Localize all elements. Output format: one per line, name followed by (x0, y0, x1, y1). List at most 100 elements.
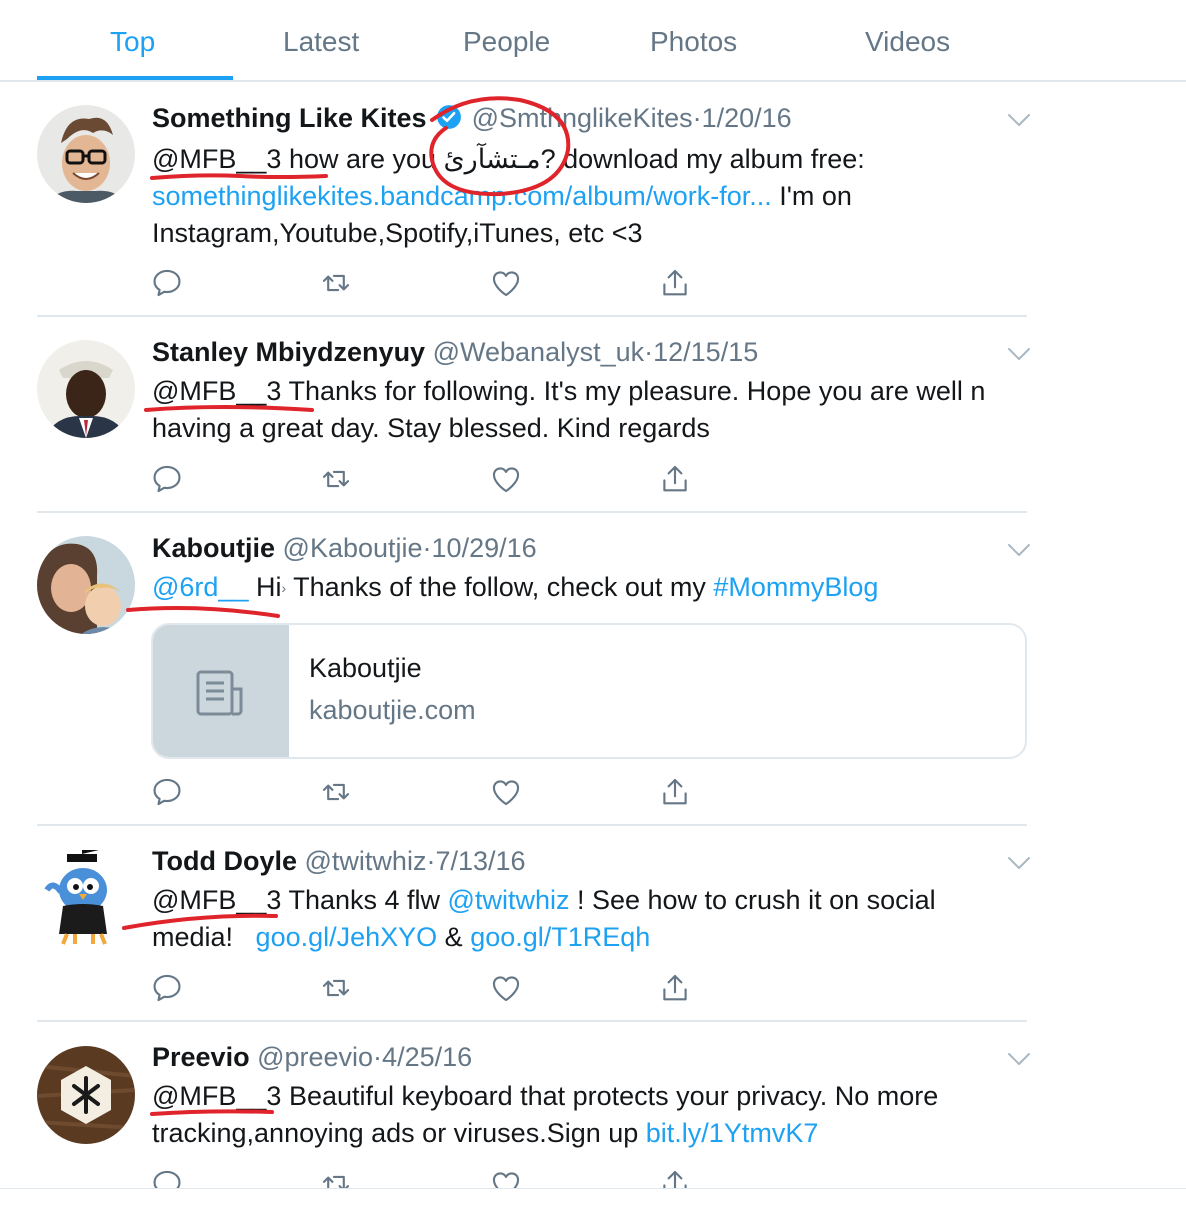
tweet-date[interactable]: 12/15/15 (653, 337, 758, 367)
share-icon[interactable] (658, 462, 692, 496)
chevron-down-icon[interactable] (1006, 853, 1032, 873)
reply-icon[interactable] (150, 775, 184, 809)
mention[interactable]: @MFB__3 (152, 144, 281, 174)
tweet-link[interactable]: goo.gl/T1REqh (470, 922, 650, 952)
share-icon[interactable] (658, 971, 692, 1005)
tweet-actions (150, 266, 710, 300)
avatar[interactable] (37, 105, 135, 203)
tweet-date[interactable]: 7/13/16 (435, 846, 525, 876)
bottom-toolbar-edge (0, 1188, 1186, 1201)
author-name[interactable]: Kaboutjie (152, 533, 275, 563)
like-icon[interactable] (489, 462, 523, 496)
share-icon[interactable] (658, 775, 692, 809)
tweet-text: @MFB__3 Thanks for following. It's my pl… (152, 373, 1012, 447)
tweet-text: @6rd__ Hi› Thanks of the follow, check o… (152, 569, 1012, 607)
author-name[interactable]: Stanley Mbiydzenyuy (152, 337, 425, 367)
text-segment: Instagram,Youtube,Spotify,iTunes, etc <3 (152, 218, 643, 248)
tweet-text: @MFB__3 Beautiful keyboard that protects… (152, 1078, 1012, 1152)
document-icon (195, 669, 247, 722)
tweet-actions (150, 462, 710, 496)
author-handle[interactable]: @Webanalyst_uk (433, 337, 645, 367)
tweet-date[interactable]: 4/25/16 (382, 1042, 472, 1072)
active-tab-indicator (37, 76, 233, 80)
text-segment: Thanks 4 flw (281, 885, 448, 915)
verified-icon (436, 104, 462, 137)
separator-dot: · (422, 533, 432, 563)
author-name[interactable]: Todd Doyle (152, 846, 297, 876)
text-segment: Thanks of the follow, check out my (286, 572, 714, 602)
retweet-icon[interactable] (319, 266, 353, 300)
separator-dot: · (644, 337, 654, 367)
reply-icon[interactable] (150, 266, 184, 300)
tab-videos[interactable]: Videos (865, 26, 950, 58)
card-thumbnail (153, 625, 289, 757)
text-segment: Beautiful keyboard that protects your pr… (281, 1081, 939, 1111)
avatar[interactable] (37, 536, 135, 634)
card-title: Kaboutjie (309, 653, 422, 683)
card-domain: kaboutjie.com (309, 695, 476, 725)
retweet-icon[interactable] (319, 971, 353, 1005)
text-segment: Thanks for following. It's my pleasure. … (281, 376, 986, 406)
author-handle[interactable]: @twitwhiz (305, 846, 427, 876)
reply-icon[interactable] (150, 971, 184, 1005)
tweet-text: @MFB__3 how are you مـتشآرئ? download my… (152, 141, 1012, 252)
chevron-down-icon[interactable] (1006, 540, 1032, 560)
separator-dot: · (373, 1042, 383, 1072)
tweet-header: Todd Doyle @twitwhiz·7/13/16 (152, 845, 526, 877)
avatar[interactable] (37, 1046, 135, 1144)
chevron-down-icon[interactable] (1006, 344, 1032, 364)
hashtag[interactable]: #MommyBlog (713, 572, 878, 602)
separator-dot: · (692, 103, 702, 133)
text-segment: having a great day. Stay blessed. Kind r… (152, 413, 710, 443)
tweet-divider (37, 1020, 1027, 1022)
text-segment: Hi (248, 572, 282, 602)
tweet-actions (150, 775, 710, 809)
tweet-link[interactable]: bit.ly/1YtmvK7 (646, 1118, 819, 1148)
tweet-link[interactable]: goo.gl/JehXYO (256, 922, 438, 952)
like-icon[interactable] (489, 775, 523, 809)
mention[interactable]: @MFB__3 (152, 885, 281, 915)
author-handle[interactable]: @SmthnglikeKites (472, 103, 693, 133)
tab-people[interactable]: People (463, 26, 550, 58)
annotation-underline (126, 606, 280, 618)
text-segment: how are you (281, 144, 444, 174)
tweet-divider (37, 315, 1027, 317)
tweet-actions (150, 971, 710, 1005)
mention[interactable]: @MFB__3 (152, 1081, 281, 1111)
share-icon[interactable] (658, 266, 692, 300)
author-name[interactable]: Preevio (152, 1042, 250, 1072)
retweet-icon[interactable] (319, 462, 353, 496)
reply-icon[interactable] (150, 462, 184, 496)
like-icon[interactable] (489, 971, 523, 1005)
text-segment: media! (152, 922, 256, 952)
tweet-divider (37, 511, 1027, 513)
text-segment: ! See how to crush it on social (569, 885, 936, 915)
avatar[interactable] (37, 340, 135, 438)
arabic-text: مـتشآرئ (443, 144, 541, 174)
author-handle[interactable]: @preevio (257, 1042, 373, 1072)
tab-photos[interactable]: Photos (650, 26, 737, 58)
text-segment: & (437, 922, 471, 952)
author-handle[interactable]: @Kaboutjie (283, 533, 423, 563)
like-icon[interactable] (489, 266, 523, 300)
tab-latest[interactable]: Latest (283, 26, 359, 58)
author-name[interactable]: Something Like Kites (152, 103, 427, 133)
tweet-header: Something Like Kites @SmthnglikeKites·1/… (152, 102, 792, 137)
mention[interactable]: @MFB__3 (152, 376, 281, 406)
tweet-date[interactable]: 1/20/16 (702, 103, 792, 133)
chevron-down-icon[interactable] (1006, 1049, 1032, 1069)
search-tabs: Top Latest People Photos Videos (0, 0, 1186, 82)
text-segment: tracking,annoying ads or viruses.Sign up (152, 1118, 646, 1148)
chevron-down-icon[interactable] (1006, 110, 1032, 130)
mention[interactable]: @6rd__ (152, 572, 248, 602)
tweet-link[interactable]: somethinglikekites.bandcamp.com/album/wo… (152, 181, 772, 211)
retweet-icon[interactable] (319, 775, 353, 809)
tweet-text: @MFB__3 Thanks 4 flw @twitwhiz ! See how… (152, 882, 1012, 956)
avatar[interactable] (37, 848, 135, 948)
text-segment: ? download my album free: (540, 144, 865, 174)
tab-top[interactable]: Top (110, 26, 155, 58)
mention-link[interactable]: @twitwhiz (448, 885, 570, 915)
text-segment: I'm on (771, 181, 852, 211)
link-card[interactable]: Kaboutjie kaboutjie.com (151, 623, 1027, 759)
tweet-date[interactable]: 10/29/16 (432, 533, 537, 563)
